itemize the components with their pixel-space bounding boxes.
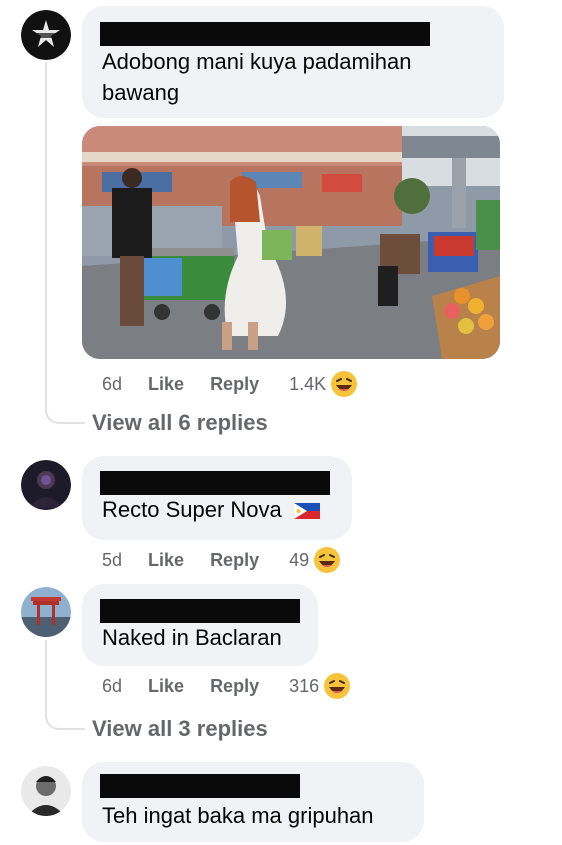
comment-time[interactable]: 5d bbox=[102, 550, 122, 571]
comment-meta: 5d Like Reply 49 bbox=[102, 546, 341, 574]
reaction-count[interactable]: 316 bbox=[289, 676, 319, 697]
philippines-flag-icon bbox=[293, 496, 320, 527]
reaction-count[interactable]: 49 bbox=[289, 550, 309, 571]
view-replies-link[interactable]: View all 3 replies bbox=[92, 716, 268, 742]
redacted-author-name bbox=[100, 599, 300, 623]
redacted-author-name bbox=[100, 22, 430, 46]
haha-emoji-icon[interactable] bbox=[323, 672, 351, 700]
reply-button[interactable]: Reply bbox=[210, 676, 259, 697]
avatar[interactable] bbox=[21, 587, 71, 637]
reply-button[interactable]: Reply bbox=[210, 374, 259, 395]
avatar[interactable] bbox=[21, 10, 71, 60]
reaction-count[interactable]: 1.4K bbox=[289, 374, 326, 395]
comment-photo[interactable] bbox=[82, 126, 500, 359]
comment-text: Teh ingat baka ma gripuhan bbox=[102, 803, 374, 828]
comment-text: Adobong mani kuya padamihan bawang bbox=[102, 49, 412, 105]
view-replies-link[interactable]: View all 6 replies bbox=[92, 410, 268, 436]
like-button[interactable]: Like bbox=[148, 374, 184, 395]
thread-line-1 bbox=[45, 62, 85, 424]
thread-line-2 bbox=[45, 640, 85, 730]
comment-meta: 6d Like Reply 1.4K bbox=[102, 370, 358, 398]
haha-emoji-icon[interactable] bbox=[330, 370, 358, 398]
reply-button[interactable]: Reply bbox=[210, 550, 259, 571]
avatar[interactable] bbox=[21, 460, 71, 510]
haha-emoji-icon[interactable] bbox=[313, 546, 341, 574]
comment-time[interactable]: 6d bbox=[102, 374, 122, 395]
avatar[interactable] bbox=[21, 766, 71, 816]
redacted-author-name bbox=[100, 774, 300, 798]
comment-meta: 6d Like Reply 316 bbox=[102, 672, 351, 700]
redacted-author-name bbox=[100, 471, 330, 495]
like-button[interactable]: Like bbox=[148, 676, 184, 697]
comment-time[interactable]: 6d bbox=[102, 676, 122, 697]
comment-text: Recto Super Nova bbox=[102, 494, 320, 527]
comment-text-content: Recto Super Nova bbox=[102, 497, 282, 522]
comment-text: Naked in Baclaran bbox=[102, 625, 282, 650]
like-button[interactable]: Like bbox=[148, 550, 184, 571]
